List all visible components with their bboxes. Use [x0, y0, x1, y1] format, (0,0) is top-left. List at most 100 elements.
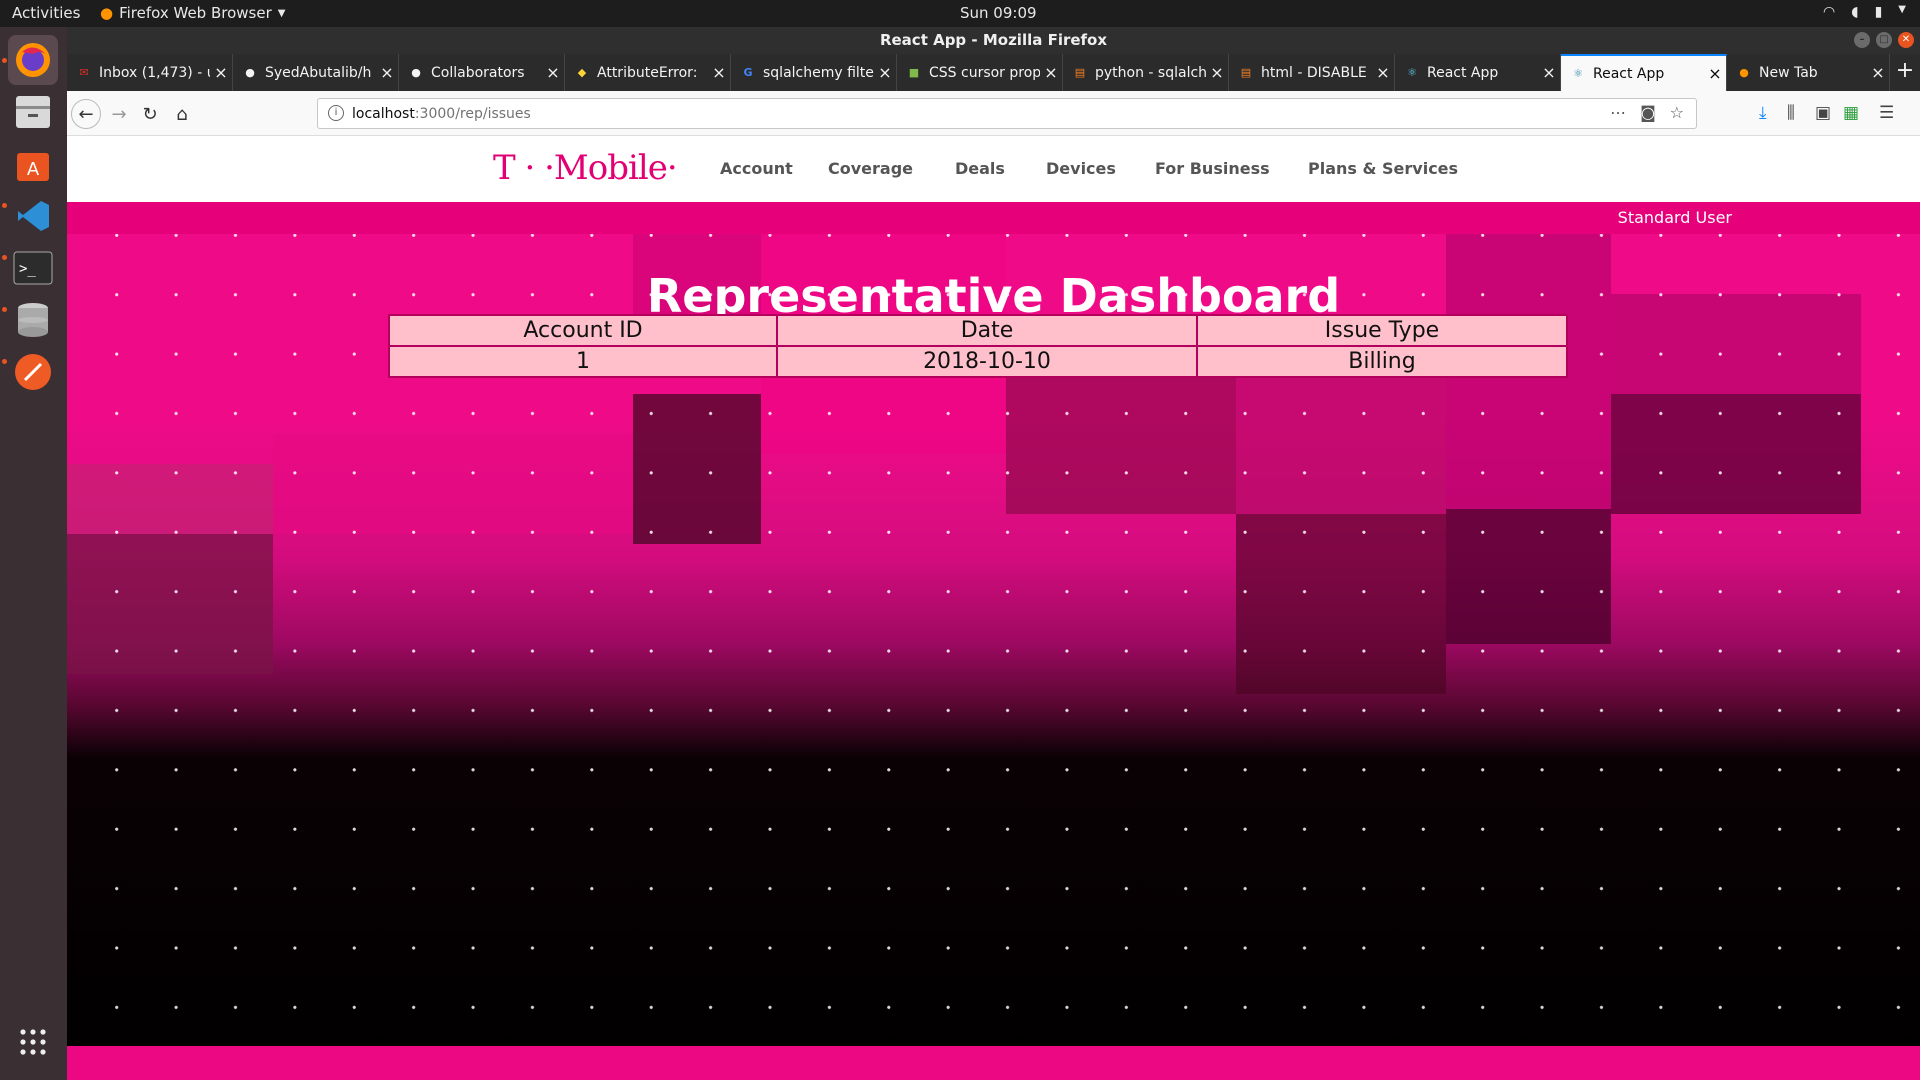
reload-button[interactable]: ↻ [135, 99, 165, 129]
page-actions-icon[interactable]: ⋯ [1610, 103, 1626, 122]
software-center-launcher[interactable]: A [8, 139, 58, 189]
sidebar-icon[interactable]: ▣ [1815, 103, 1831, 123]
pocket-icon[interactable]: ◙ [1640, 103, 1656, 122]
postman-icon [15, 354, 51, 390]
firefox-launcher[interactable] [8, 35, 58, 85]
tab-label: SyedAbutalib/h [265, 64, 372, 81]
firefox-window: React App - Mozilla Firefox – □ ✕ ✉ Inbo… [67, 27, 1920, 1080]
back-button[interactable]: ← [71, 99, 101, 129]
tab-html-disable[interactable]: ▤ html - DISABLE × [1229, 54, 1395, 91]
close-tab-icon[interactable]: × [542, 63, 564, 82]
cell-issue-type: Billing [1198, 347, 1566, 376]
launcher-dock: A >_ [0, 27, 67, 1080]
info-icon[interactable]: i [328, 105, 344, 121]
close-tab-icon[interactable]: × [1867, 63, 1889, 82]
nav-devices[interactable]: Devices [1046, 159, 1116, 178]
files-launcher[interactable] [8, 87, 58, 137]
forward-button[interactable]: → [104, 99, 134, 129]
tab-label: sqlalchemy filte [763, 64, 874, 81]
web-page: T · ·Mobile· Account Coverage Deals Devi… [67, 136, 1920, 1080]
tab-new-tab[interactable]: ● New Tab × [1727, 54, 1890, 91]
url-bar[interactable]: i localhost:3000/rep/issues ⋯ ◙ ☆ [317, 98, 1697, 129]
close-tab-icon[interactable]: × [1206, 63, 1228, 82]
tab-inbox[interactable]: ✉ Inbox (1,473) - u × [67, 54, 233, 91]
activities-button[interactable]: Activities [12, 4, 80, 22]
column-header-account-id: Account ID [390, 316, 776, 345]
issues-table: Account ID Date Issue Type 1 2018-10-10 … [388, 314, 1568, 378]
tab-react-app[interactable]: ⚛ React App × [1395, 54, 1561, 91]
database-launcher[interactable] [8, 295, 58, 345]
column-header-date: Date [778, 316, 1196, 345]
show-applications-button[interactable] [8, 1017, 58, 1067]
tab-collaborators[interactable]: ● Collaborators × [399, 54, 565, 91]
close-tab-icon[interactable]: × [1704, 64, 1726, 83]
tab-label: React App [1593, 65, 1665, 82]
new-tab-button[interactable]: + [1890, 54, 1920, 91]
nav-account[interactable]: Account [720, 159, 793, 178]
extension-icon[interactable]: ▦ [1843, 103, 1859, 123]
close-tab-icon[interactable]: × [874, 63, 896, 82]
app-grid-icon [20, 1029, 46, 1055]
home-icon: ⌂ [176, 103, 188, 125]
vscode-launcher[interactable] [8, 191, 58, 241]
minimize-button[interactable]: – [1854, 32, 1870, 48]
library-icon[interactable]: ⫼ [1787, 103, 1795, 123]
table-row[interactable]: 1 2018-10-10 Billing [390, 347, 1566, 376]
system-top-bar: Activities ● Firefox Web Browser ▼ Sun 0… [0, 0, 1920, 27]
table-header-row: Account ID Date Issue Type [390, 316, 1566, 345]
page-footer [67, 1046, 1920, 1080]
close-tab-icon[interactable]: × [376, 63, 398, 82]
tmobile-logo[interactable]: T · ·Mobile· [493, 148, 678, 188]
vscode-icon [18, 201, 49, 231]
tab-label: Inbox (1,473) - u [99, 64, 210, 81]
close-tab-icon[interactable]: × [1040, 63, 1062, 82]
home-button[interactable]: ⌂ [167, 99, 197, 129]
maximize-button[interactable]: □ [1876, 32, 1892, 48]
url-path: :3000/rep/issues [414, 106, 531, 122]
nav-for-business[interactable]: For Business [1155, 159, 1270, 178]
arrow-left-icon: ← [78, 103, 94, 125]
postman-launcher[interactable] [8, 347, 58, 397]
close-tab-icon[interactable]: × [1372, 63, 1394, 82]
close-tab-icon[interactable]: × [1538, 63, 1560, 82]
react-icon: ⚛ [1407, 66, 1417, 79]
nav-plans-services[interactable]: Plans & Services [1308, 159, 1458, 178]
nav-deals[interactable]: Deals [955, 159, 1005, 178]
nav-coverage[interactable]: Coverage [828, 159, 913, 178]
tab-sqlalchemy-filter[interactable]: G sqlalchemy filte × [731, 54, 897, 91]
terminal-icon: >_ [13, 251, 53, 285]
url-text[interactable]: localhost:3000/rep/issues [352, 106, 531, 122]
user-role-label: Standard User [1617, 208, 1732, 227]
system-tray[interactable]: ◠ ◖ ▮ ▼ [1823, 4, 1906, 20]
close-tab-icon[interactable]: × [708, 63, 730, 82]
download-icon[interactable]: ⤓ [1759, 103, 1767, 123]
user-bar: Standard User [67, 202, 1920, 234]
tab-github-repo[interactable]: ● SyedAbutalib/h × [233, 54, 399, 91]
battery-icon: ▮ [1874, 4, 1883, 20]
window-title: React App - Mozilla Firefox [879, 31, 1108, 49]
bookmark-star-icon[interactable]: ☆ [1670, 103, 1684, 122]
clock[interactable]: Sun 09:09 [960, 4, 1037, 22]
hamburger-menu-icon[interactable]: ☰ [1879, 103, 1894, 123]
tab-label: React App [1427, 64, 1499, 81]
close-tab-icon[interactable]: × [210, 63, 232, 82]
close-window-button[interactable]: ✕ [1898, 32, 1914, 48]
window-titlebar[interactable]: React App - Mozilla Firefox – □ ✕ [67, 27, 1920, 54]
tab-css-cursor[interactable]: ■ CSS cursor prop × [897, 54, 1063, 91]
tab-label: AttributeError: [597, 64, 698, 81]
cell-date: 2018-10-10 [778, 347, 1196, 376]
tab-attributeerror[interactable]: ◆ AttributeError: × [565, 54, 731, 91]
tab-label: html - DISABLE [1261, 64, 1367, 81]
react-icon: ⚛ [1573, 67, 1583, 80]
app-menu[interactable]: ● Firefox Web Browser ▼ [100, 4, 285, 22]
terminal-launcher[interactable]: >_ [8, 243, 58, 293]
reload-icon: ↻ [142, 103, 158, 125]
firefox-icon: ● [1739, 66, 1749, 79]
tab-label: Collaborators [431, 64, 525, 81]
file-cabinet-icon [16, 96, 50, 128]
database-icon [18, 303, 48, 337]
tab-react-app-active[interactable]: ⚛ React App × [1561, 54, 1727, 91]
wifi-icon: ◠ [1822, 4, 1836, 20]
tab-label: CSS cursor prop [929, 64, 1040, 81]
tab-python-sqlalchemy[interactable]: ▤ python - sqlalch × [1063, 54, 1229, 91]
